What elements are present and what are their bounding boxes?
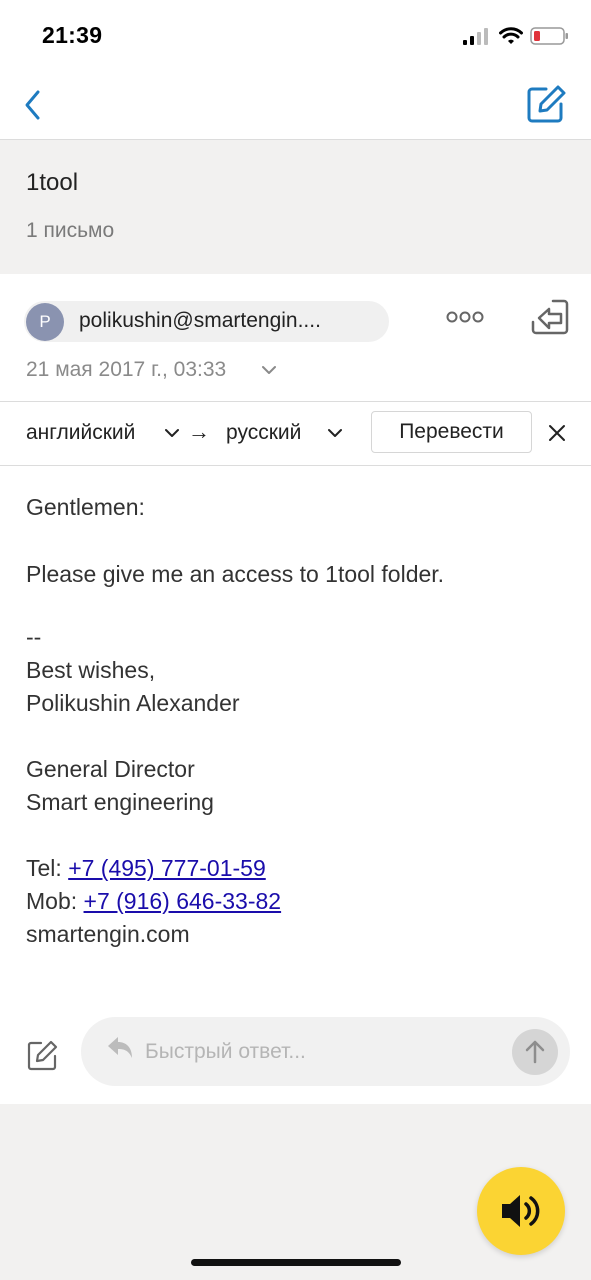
thread-count: 1 письмо (26, 219, 115, 242)
signature-mob: Mob: +7 (916) 646-33-82 (26, 888, 281, 915)
signature-tel: Tel: +7 (495) 777-01-59 (26, 855, 266, 882)
speaker-icon (502, 1195, 540, 1227)
source-language-select[interactable]: английский (26, 421, 135, 445)
thread-header (0, 140, 591, 274)
message-card (0, 274, 591, 1104)
signature-company: Smart engineering (26, 789, 214, 815)
body-greeting: Gentlemen: (26, 494, 145, 520)
home-indicator (191, 1259, 401, 1266)
status-time: 21:39 (42, 22, 103, 48)
battery-icon (530, 27, 568, 45)
language-arrow: → (188, 419, 210, 444)
chevron-down-icon (165, 429, 179, 437)
compose-icon[interactable] (526, 84, 566, 124)
tel-label: Tel: (26, 855, 69, 881)
tel-link[interactable]: +7 (495) 777-01-59 (68, 855, 266, 881)
back-icon[interactable] (20, 87, 48, 123)
avatar: P (26, 303, 64, 341)
signature-separator: -- (26, 624, 42, 650)
signature-site: smartengin.com (26, 921, 190, 947)
chevron-down-icon[interactable] (262, 365, 276, 375)
edit-icon[interactable] (26, 1039, 58, 1071)
nav-bar (0, 70, 591, 140)
wifi-icon (499, 27, 523, 44)
more-icon[interactable] (446, 309, 484, 325)
signature-name: Polikushin Alexander (26, 690, 240, 716)
signature-wishes: Best wishes, (26, 657, 156, 683)
thread-title: 1tool (26, 169, 79, 196)
close-icon[interactable] (548, 424, 566, 442)
translate-button[interactable]: Перевести (371, 411, 532, 453)
signature-title: General Director (26, 756, 195, 782)
message-date: 21 мая 2017 г., 03:33 (26, 358, 227, 381)
sender-email: polikushin@smartengin.... (79, 309, 321, 332)
quick-reply-input[interactable] (145, 1037, 500, 1067)
mob-link[interactable]: +7 (916) 646-33-82 (84, 888, 282, 914)
chevron-down-icon (328, 429, 342, 437)
body-text: Please give me an access to 1tool folder… (26, 561, 445, 587)
reply-arrow-icon (108, 1037, 132, 1058)
signal-icon (463, 28, 488, 45)
target-language-select[interactable]: русский (226, 421, 301, 445)
read-aloud-button[interactable] (477, 1167, 565, 1255)
mob-label: Mob: (26, 888, 84, 914)
send-button[interactable] (512, 1029, 558, 1075)
reply-icon[interactable] (531, 298, 569, 336)
send-arrow-icon (525, 1040, 545, 1064)
